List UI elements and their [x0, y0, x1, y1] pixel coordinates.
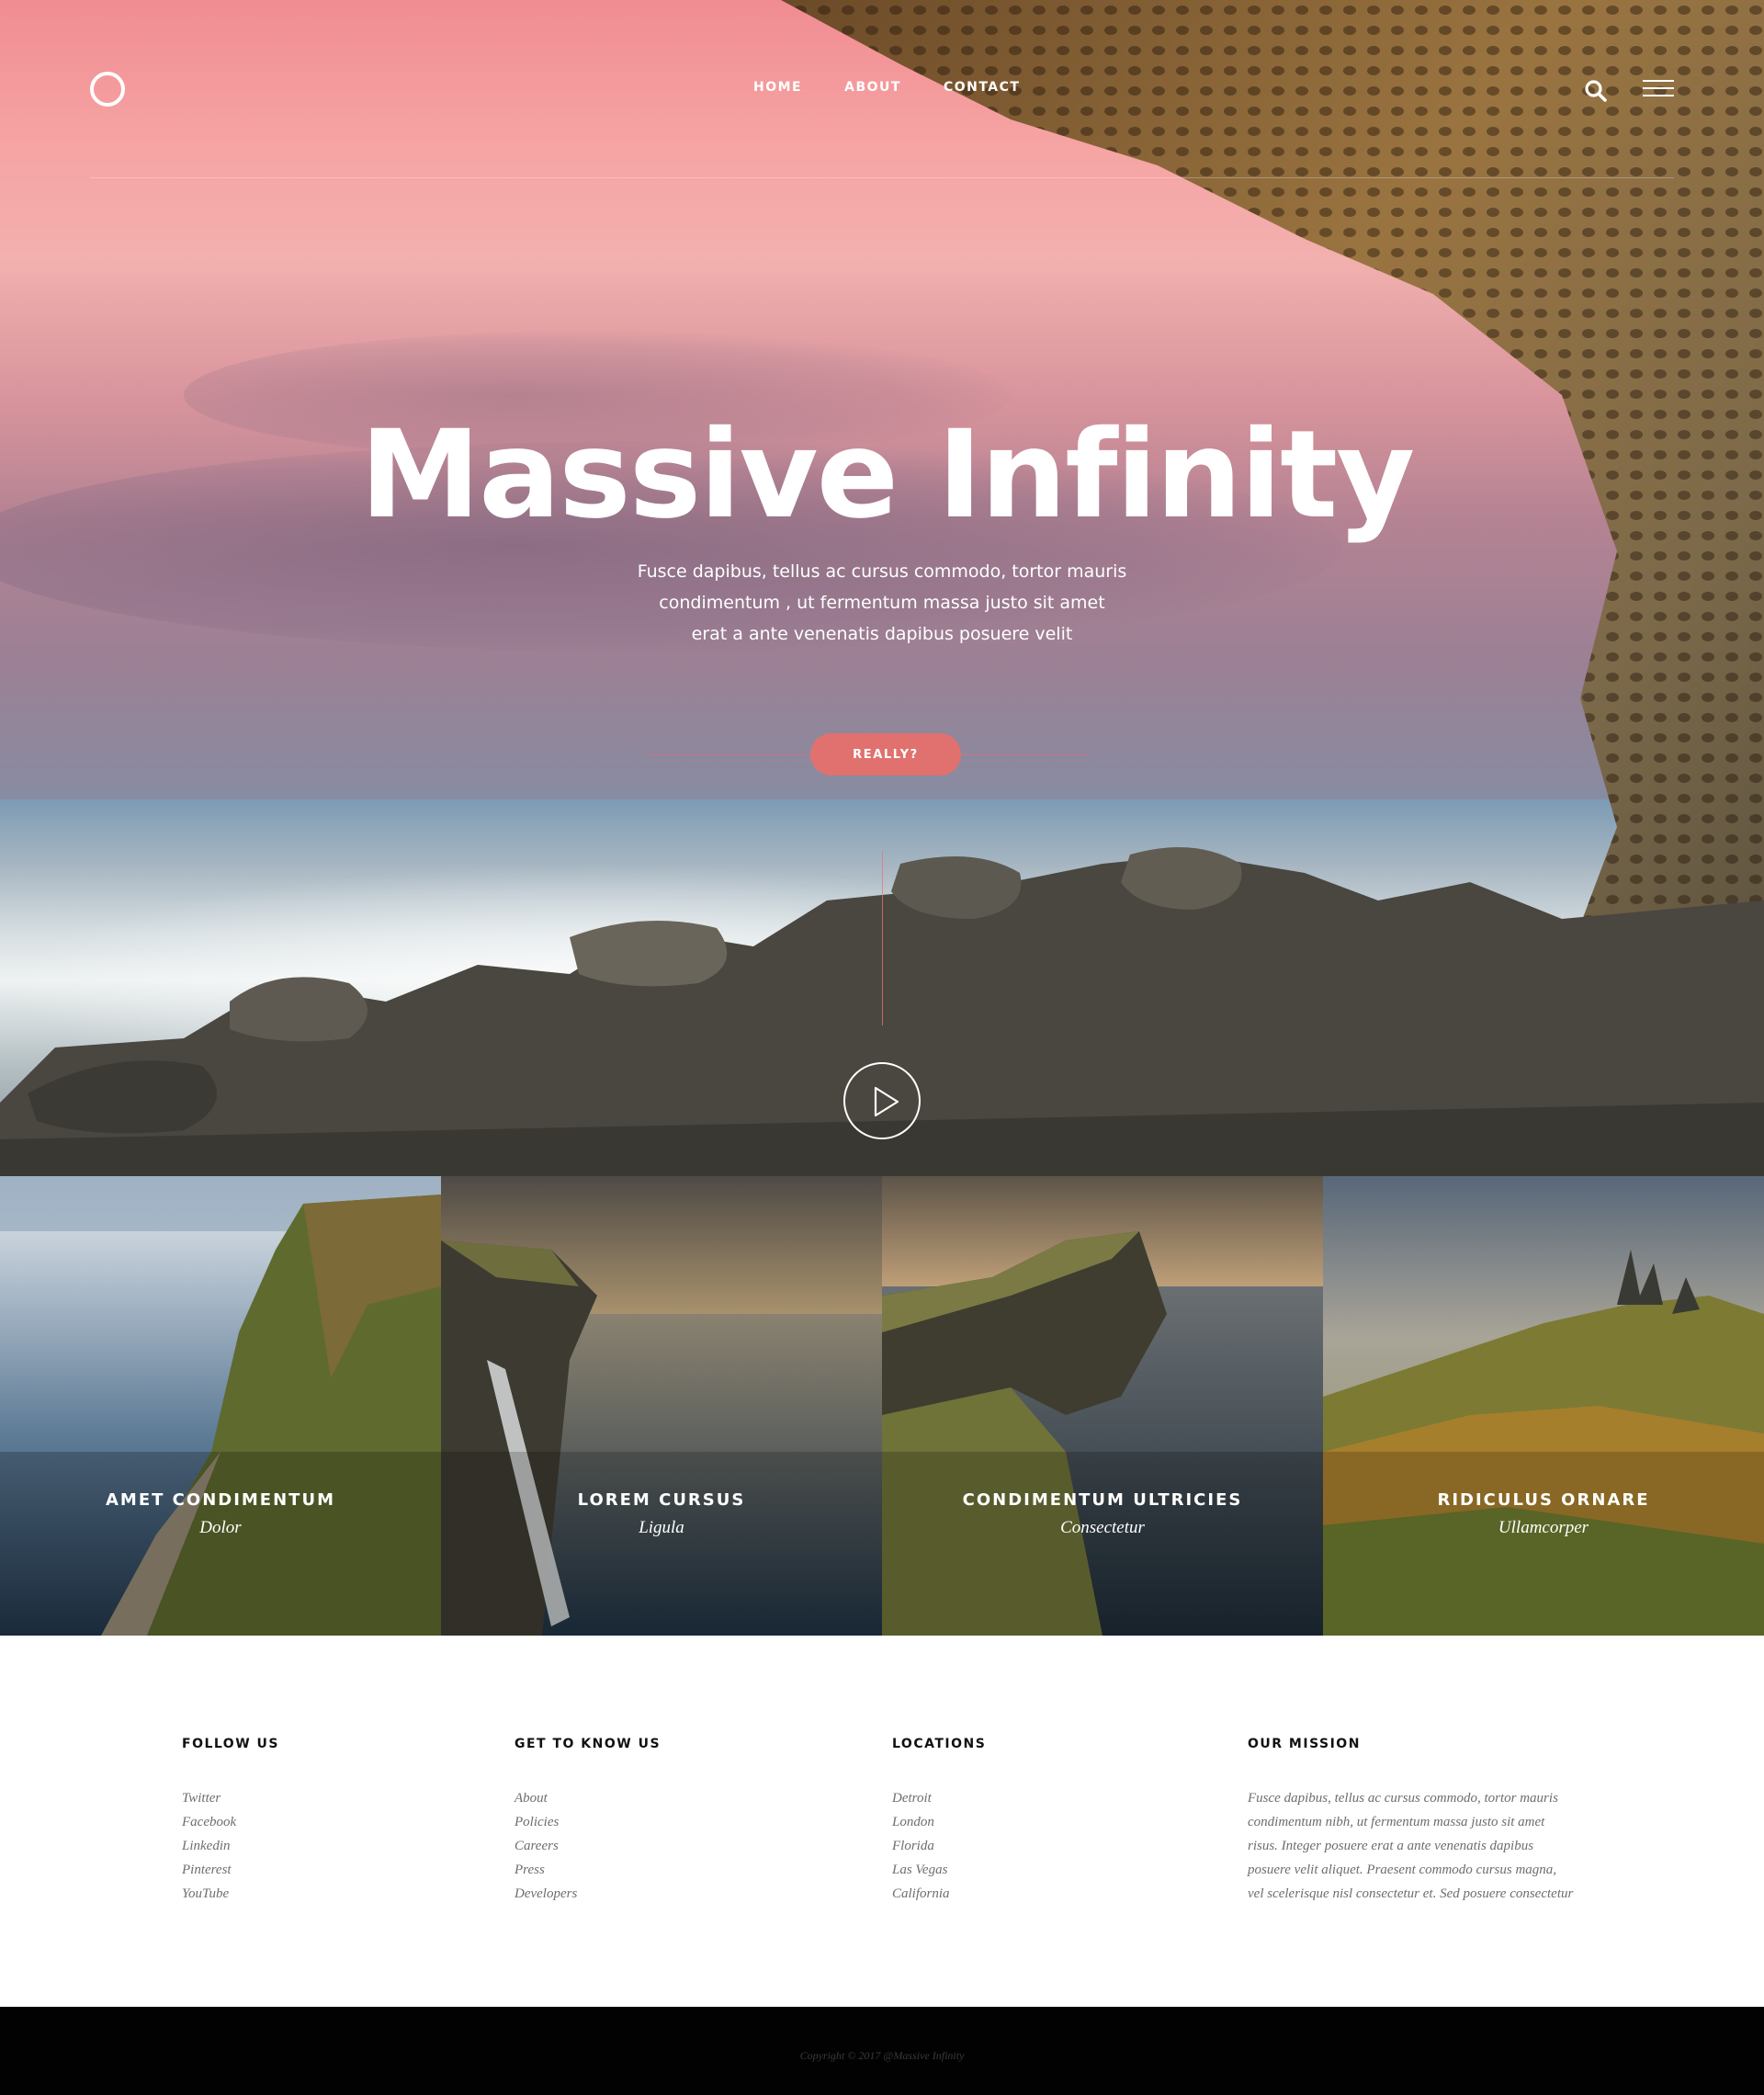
tile-title: LOREM CURSUS	[577, 1490, 746, 1510]
footer-link-press[interactable]: Press	[514, 1858, 661, 1882]
footer-link-facebook[interactable]: Facebook	[182, 1810, 279, 1834]
footer-link-pinterest[interactable]: Pinterest	[182, 1858, 279, 1882]
footer-link-twitter[interactable]: Twitter	[182, 1786, 279, 1810]
copyright-text: Copyright © 2017 @Massive Infinity	[799, 2049, 965, 2062]
mission-text-line: posuere velit aliquet. Praesent commodo …	[1248, 1863, 1557, 1877]
footer-link-florida[interactable]: Florida	[892, 1834, 986, 1858]
tile-card[interactable]: AMET CONDIMENTUM Dolor	[0, 1176, 441, 1636]
footer-heading: GET TO KNOW US	[514, 1737, 662, 1751]
footer-bottom-bar: Copyright © 2017 @Massive Infinity	[0, 2007, 1764, 2095]
cta-decor-line	[961, 754, 1090, 755]
cta-decor-line	[643, 754, 810, 755]
mission-text-line: Fusce dapibus, tellus ac cursus commodo,…	[1248, 1791, 1558, 1806]
nav-contact[interactable]: CONTACT	[944, 80, 1021, 95]
tile-card[interactable]: LOREM CURSUS Ligula	[441, 1176, 882, 1636]
tile-subtitle: Ligula	[639, 1518, 684, 1537]
play-icon	[874, 1086, 899, 1117]
mission-text-line: vel scelerisque nisl consectetur et. Sed…	[1248, 1886, 1574, 1901]
footer-link-linkedin[interactable]: Linkedin	[182, 1834, 279, 1858]
really-button[interactable]: REALLY?	[810, 733, 961, 776]
nav-home[interactable]: HOME	[753, 80, 802, 95]
footer-link-careers[interactable]: Careers	[514, 1834, 661, 1858]
footer-get-to-know: GET TO KNOW US About Policies Careers Pr…	[514, 1737, 661, 1906]
header-divider	[90, 177, 1674, 178]
tile-image	[882, 1176, 1323, 1636]
footer-link-youtube[interactable]: YouTube	[182, 1882, 279, 1906]
hero-vertical-line	[882, 851, 883, 1025]
tile-card[interactable]: RIDICULUS ORNARE Ullamcorper	[1323, 1176, 1764, 1636]
tile-image	[0, 1176, 441, 1636]
footer-link-london[interactable]: London	[892, 1810, 986, 1834]
hero-subtitle-line: condimentum , ut fermentum massa justo s…	[659, 593, 1105, 613]
tile-title: AMET CONDIMENTUM	[106, 1490, 335, 1510]
footer-heading: OUR MISSION	[1248, 1737, 1361, 1751]
footer-link-detroit[interactable]: Detroit	[892, 1786, 986, 1810]
mission-text-line: condimentum nibh, ut fermentum massa jus…	[1248, 1815, 1545, 1829]
footer-link-las-vegas[interactable]: Las Vegas	[892, 1858, 986, 1882]
footer-mission: OUR MISSION Fusce dapibus, tellus ac cur…	[1248, 1737, 1588, 1906]
tile-image	[441, 1176, 882, 1636]
tile-subtitle: Dolor	[199, 1518, 242, 1537]
nav-about[interactable]: ABOUT	[844, 80, 901, 95]
footer-link-developers[interactable]: Developers	[514, 1882, 661, 1906]
tile-title: RIDICULUS ORNARE	[1437, 1490, 1650, 1510]
tile-image	[1323, 1176, 1764, 1636]
main-nav: HOME ABOUT CONTACT	[753, 80, 1062, 95]
logo-ring-icon[interactable]	[90, 72, 125, 107]
footer-link-policies[interactable]: Policies	[514, 1810, 661, 1834]
hamburger-menu-icon[interactable]	[1643, 80, 1674, 100]
hero-subtitle-line: Fusce dapibus, tellus ac cursus commodo,…	[637, 561, 1127, 582]
footer-locations: LOCATIONS Detroit London Florida Las Veg…	[892, 1737, 986, 1906]
hero-title: Massive Infinity	[359, 404, 1415, 546]
search-icon[interactable]	[1584, 79, 1608, 103]
tile-subtitle: Consectetur	[1060, 1518, 1145, 1537]
hero-section: HOME ABOUT CONTACT Massive Infinity Fusc…	[0, 0, 1764, 1176]
hero-subtitle: Fusce dapibus, tellus ac cursus commodo,…	[606, 556, 1158, 650]
feature-tiles: AMET CONDIMENTUM Dolor LOREM CURSUS Ligu…	[0, 1176, 1764, 1636]
tile-card[interactable]: CONDIMENTUM ULTRICIES Consectetur	[882, 1176, 1323, 1636]
mission-text-line: risus. Integer posuere erat a ante venen…	[1248, 1839, 1534, 1853]
play-button[interactable]	[843, 1062, 921, 1139]
footer-heading: LOCATIONS	[892, 1737, 987, 1751]
footer-follow: FOLLOW US Twitter Facebook Linkedin Pint…	[182, 1737, 279, 1906]
footer-heading: FOLLOW US	[182, 1737, 279, 1751]
footer-link-california[interactable]: California	[892, 1882, 986, 1906]
tile-title: CONDIMENTUM ULTRICIES	[962, 1490, 1243, 1510]
footer-link-about[interactable]: About	[514, 1786, 661, 1810]
hero-subtitle-line: erat a ante venenatis dapibus posuere ve…	[691, 624, 1073, 644]
tile-subtitle: Ullamcorper	[1498, 1518, 1589, 1537]
